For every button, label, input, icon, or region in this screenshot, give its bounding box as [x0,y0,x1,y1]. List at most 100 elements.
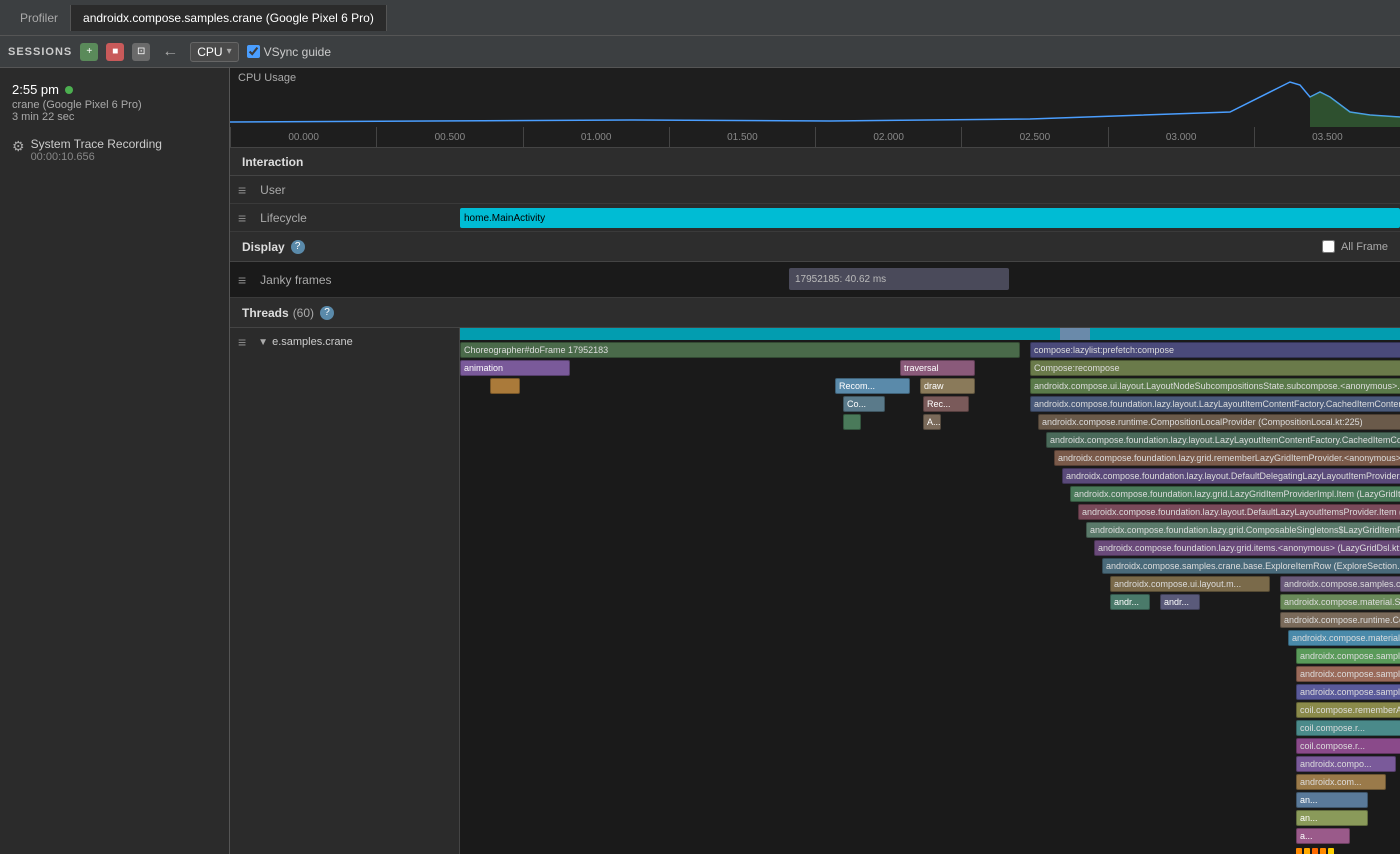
lazy-layout-item-factory[interactable]: androidx.compose.foundation.lazy.layout.… [1030,396,1400,412]
session-item: 2:55 pm crane (Google Pixel 6 Pro) 3 min… [0,76,229,129]
back-arrow[interactable]: ← [158,43,182,61]
tick-7: 03.500 [1254,127,1400,147]
gear-icon: ⚙ [12,138,25,155]
composition-local-provider-2[interactable]: androidx.compose.runtime.CompositionLoca… [1280,612,1400,628]
androidx-compo-2[interactable]: androidx.compo... [1296,756,1396,772]
small-item-3[interactable]: A... [923,414,941,430]
traversal-item[interactable]: traversal [900,360,975,376]
thread-top-gap [1060,328,1090,340]
menu-icon-thread[interactable]: ≡ [238,334,246,350]
all-frames-area: All Frame [1322,240,1388,253]
stop-button[interactable]: ■ [106,43,124,61]
a-1[interactable]: a... [1296,828,1350,844]
vsync-toggle[interactable]: VSync guide [247,45,331,59]
default-delegating[interactable]: androidx.compose.foundation.lazy.layout.… [1062,468,1400,484]
co-item[interactable]: Co... [843,396,885,412]
cpu-dropdown[interactable]: CPU ▾ [190,42,238,62]
mini-bar-5 [1328,848,1334,854]
small-item-2[interactable] [843,414,861,430]
threads-header: Threads (60) ? [230,298,1400,328]
mini-bar-2 [1304,848,1310,854]
tab-app[interactable]: androidx.compose.samples.crane (Google P… [71,5,387,31]
tick-2: 01.000 [523,127,669,147]
andr-2[interactable]: andr... [1160,594,1200,610]
composable-singletons[interactable]: androidx.compose.foundation.lazy.grid.Co… [1086,522,1400,538]
choreographer-frame[interactable]: Choreographer#doFrame 17952183 [460,342,1020,358]
device-name: crane (Google Pixel 6 Pro) [12,99,217,111]
an-1[interactable]: an... [1296,792,1368,808]
coil-compose-r-2[interactable]: coil.compose.r... [1296,738,1400,754]
chevron-down-icon: ▾ [227,46,232,57]
top-bar: Profiler androidx.compose.samples.crane … [0,0,1400,36]
explore-l-1[interactable]: androidx.compose.samples.crane.base.Expl… [1296,648,1400,664]
tick-4: 02.000 [815,127,961,147]
lifecycle-track: ≡ Lifecycle home.MainActivity [230,204,1400,232]
vsync-checkbox[interactable] [247,45,260,58]
menu-icon-janky[interactable]: ≡ [238,272,246,288]
andr-1[interactable]: andr... [1110,594,1150,610]
all-frames-label: All Frame [1341,241,1388,253]
trace-recording-item[interactable]: ⚙ System Trace Recording 00:00:10.656 [0,129,229,171]
compose-recompose[interactable]: Compose:recompose [1030,360,1400,376]
display-title: Display [242,240,285,254]
recom-item[interactable]: Recom... [835,378,910,394]
explore-image-container[interactable]: androidx.compose.samples.crane.base.Expl… [1280,576,1400,592]
an-2[interactable]: an... [1296,810,1368,826]
dump-button[interactable]: ⊡ [132,43,150,61]
status-dot [65,86,73,94]
thread-label: e.samples.crane [272,336,353,348]
coil-compose-r-1[interactable]: coil.compose.r... [1296,720,1400,736]
explore-item-row[interactable]: androidx.compose.samples.crane.base.Expl… [1102,558,1400,574]
threads-info-icon[interactable]: ? [320,306,334,320]
explore-l-2[interactable]: androidx.compose.samples.crane.base.Expl… [1296,684,1400,700]
activity-bar[interactable]: home.MainActivity [460,208,1400,228]
prefetch-compose[interactable]: compose:lazylist:prefetch:compose [1030,342,1400,358]
content-area: CPU Usage 00.000 00.500 01.000 01.500 02… [230,68,1400,854]
all-frames-checkbox[interactable] [1322,240,1335,253]
remember-lazy-grid[interactable]: androidx.compose.foundation.lazy.grid.re… [1054,450,1400,466]
thread-name: ≡ ▼ e.samples.crane [238,334,451,350]
info-icon[interactable]: ? [291,240,305,254]
default-lazy-layout-items[interactable]: androidx.compose.foundation.lazy.layout.… [1078,504,1400,520]
mini-bar-1 [1296,848,1302,854]
lazy-grid-item-provider[interactable]: androidx.compose.foundation.lazy.grid.La… [1070,486,1400,502]
user-track-content [460,176,1400,203]
janky-frames-row: ≡ Janky frames 17952185: 40.62 ms [230,262,1400,298]
add-session-button[interactable]: + [80,43,98,61]
menu-icon-user[interactable]: ≡ [238,182,246,198]
explore-it[interactable]: androidx.compose.samples.crane.base.Expl… [1296,666,1400,682]
cpu-graph [230,77,1400,127]
menu-icon-lifecycle[interactable]: ≡ [238,210,246,226]
coil-remember-async[interactable]: coil.compose.rememberAsyncImagePainter (… [1296,702,1400,718]
threads-count: (60) [293,306,314,320]
toolbar: SESSIONS + ■ ⊡ ← CPU ▾ VSync guide [0,36,1400,68]
recording-name: System Trace Recording [31,137,162,151]
draw-item[interactable]: draw [920,378,975,394]
janky-frames-content: 17952185: 40.62 ms [460,262,1400,297]
layout-node-subcomp[interactable]: androidx.compose.ui.layout.LayoutNodeSub… [1030,378,1400,394]
session-duration: 3 min 22 sec [12,111,217,123]
lazy-grid-items-anonymous[interactable]: androidx.compose.foundation.lazy.grid.it… [1094,540,1400,556]
material-surface-anonymous[interactable]: androidx.compose.material.Surface.<anony… [1288,630,1400,646]
mini-bars [1296,848,1334,854]
cached-item-content[interactable]: androidx.compose.foundation.lazy.layout.… [1046,432,1400,448]
cpu-label: CPU [197,45,222,59]
animation-item[interactable]: animation [460,360,570,376]
androidx-com-1[interactable]: androidx.com... [1296,774,1386,790]
recording-time: 00:00:10.656 [31,151,162,163]
user-track: ≡ User [230,176,1400,204]
composition-local-provider[interactable]: androidx.compose.runtime.CompositionLoca… [1038,414,1400,430]
tab-profiler[interactable]: Profiler [8,5,71,31]
sidebar: 2:55 pm crane (Google Pixel 6 Pro) 3 min… [0,68,230,854]
small-item-1[interactable] [490,378,520,394]
ui-layout-m[interactable]: androidx.compose.ui.layout.m... [1110,576,1270,592]
time-text: 2:55 pm [12,82,59,97]
janky-value[interactable]: 17952185: 40.62 ms [789,268,1009,290]
threads-title: Threads [242,306,289,320]
material-surface[interactable]: androidx.compose.material.Surface (Surfa… [1280,594,1400,610]
thread-canvas[interactable]: Choreographer#doFrame 17952183 compose:l… [460,328,1400,854]
sessions-label: SESSIONS [8,46,72,58]
interaction-header: Interaction [230,148,1400,176]
expand-triangle[interactable]: ▼ [258,337,268,348]
rec-item[interactable]: Rec... [923,396,969,412]
